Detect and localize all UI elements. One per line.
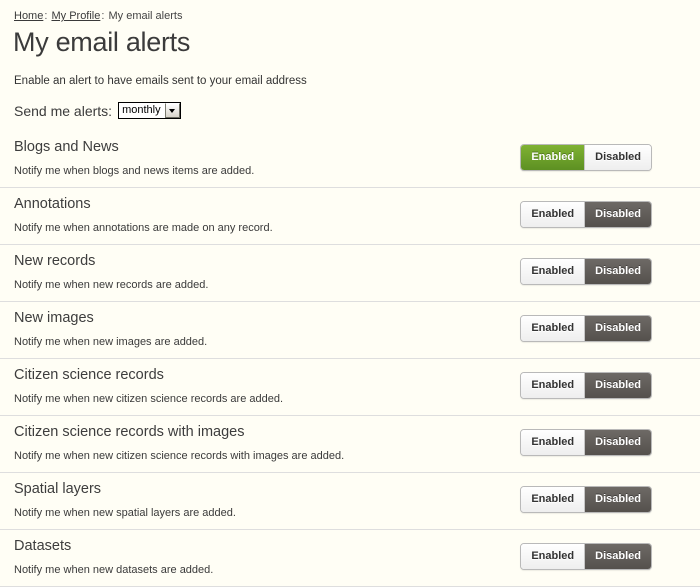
enable-alert-button[interactable]: Enabled — [521, 544, 584, 569]
alert-toggle-group: EnabledDisabled — [520, 486, 652, 513]
enable-alert-button[interactable]: Enabled — [521, 316, 584, 341]
chevron-down-icon[interactable] — [165, 103, 180, 118]
disable-alert-button[interactable]: Disabled — [584, 487, 651, 512]
alert-toggle-group: EnabledDisabled — [520, 429, 652, 456]
page-title: My email alerts — [0, 26, 700, 58]
disable-alert-button[interactable]: Disabled — [584, 145, 651, 170]
alert-frequency-select[interactable]: monthly — [118, 102, 181, 119]
breadcrumb-link-my-profile[interactable]: My Profile — [51, 10, 100, 22]
alert-row: New imagesNotify me when new images are … — [0, 302, 700, 359]
alerts-list: Blogs and NewsNotify me when blogs and n… — [0, 131, 700, 587]
breadcrumb-link-home[interactable]: Home — [14, 10, 43, 22]
disable-alert-button[interactable]: Disabled — [584, 544, 651, 569]
alert-toggle-group: EnabledDisabled — [520, 201, 652, 228]
alert-row: Citizen science recordsNotify me when ne… — [0, 359, 700, 416]
email-alerts-page: Home: My Profile: My email alerts My ema… — [0, 0, 700, 561]
alert-toggle-group: EnabledDisabled — [520, 543, 652, 570]
alert-toggle-group: EnabledDisabled — [520, 372, 652, 399]
breadcrumb-current: My email alerts — [109, 10, 183, 22]
enable-alert-button[interactable]: Enabled — [521, 145, 584, 170]
alert-row: Blogs and NewsNotify me when blogs and n… — [0, 131, 700, 188]
alert-frequency-value: monthly — [122, 103, 165, 118]
alert-toggle-group: EnabledDisabled — [520, 258, 652, 285]
intro-text: Enable an alert to have emails sent to y… — [0, 58, 700, 87]
enable-alert-button[interactable]: Enabled — [521, 259, 584, 284]
alert-row: New recordsNotify me when new records ar… — [0, 245, 700, 302]
alert-frequency-label: Send me alerts: — [14, 103, 112, 119]
enable-alert-button[interactable]: Enabled — [521, 487, 584, 512]
triangle-down-glyph — [169, 109, 175, 113]
enable-alert-button[interactable]: Enabled — [521, 373, 584, 398]
disable-alert-button[interactable]: Disabled — [584, 316, 651, 341]
breadcrumb-separator-2: : — [100, 10, 105, 22]
alert-row: Spatial layersNotify me when new spatial… — [0, 473, 700, 530]
alert-row: Citizen science records with imagesNotif… — [0, 416, 700, 473]
alert-toggle-group: EnabledDisabled — [520, 144, 652, 171]
enable-alert-button[interactable]: Enabled — [521, 202, 584, 227]
alert-row: DatasetsNotify me when new datasets are … — [0, 530, 700, 587]
disable-alert-button[interactable]: Disabled — [584, 202, 651, 227]
disable-alert-button[interactable]: Disabled — [584, 430, 651, 455]
breadcrumb-separator-1: : — [43, 10, 48, 22]
alert-frequency-row: Send me alerts: monthly — [0, 87, 700, 119]
disable-alert-button[interactable]: Disabled — [584, 259, 651, 284]
breadcrumb: Home: My Profile: My email alerts — [0, 0, 700, 22]
disable-alert-button[interactable]: Disabled — [584, 373, 651, 398]
enable-alert-button[interactable]: Enabled — [521, 430, 584, 455]
alert-row: AnnotationsNotify me when annotations ar… — [0, 188, 700, 245]
alert-toggle-group: EnabledDisabled — [520, 315, 652, 342]
